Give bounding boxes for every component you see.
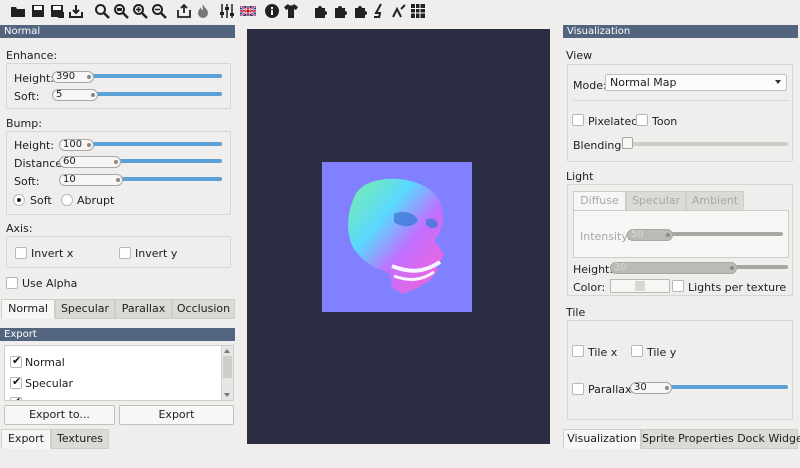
- save-as-icon[interactable]: [49, 3, 65, 19]
- export-to-button[interactable]: Export to...: [4, 405, 115, 425]
- brush-icon[interactable]: [391, 3, 407, 19]
- puzzle-icon[interactable]: [353, 3, 369, 19]
- parallax-checkbox[interactable]: [572, 383, 584, 395]
- bump-height-label: Height:: [14, 139, 55, 152]
- zoom-in-icon[interactable]: [132, 3, 148, 19]
- blending-slider-handle[interactable]: [622, 137, 633, 149]
- light-height-label: Height:: [573, 263, 614, 276]
- visualization-dock-title: Visualization: [563, 25, 798, 38]
- mode-select[interactable]: Normal Map: [605, 74, 787, 91]
- normal-map-preview: [322, 162, 472, 312]
- bump-height-spinbox[interactable]: 100: [59, 139, 94, 151]
- mode-label: Mode:: [573, 79, 607, 92]
- sliders-icon[interactable]: [219, 3, 235, 19]
- abrupt-radio-label: Abrupt: [77, 194, 115, 207]
- puzzle-icon[interactable]: [333, 3, 349, 19]
- parallax-spinbox[interactable]: 30: [630, 382, 672, 394]
- use-alpha-label: Use Alpha: [22, 277, 78, 290]
- light-color-picker[interactable]: [610, 279, 670, 293]
- tile-label: Tile: [566, 306, 586, 319]
- export-normal-checkbox[interactable]: [10, 354, 22, 368]
- export-normal-label: Normal: [25, 356, 65, 369]
- invert-x-checkbox[interactable]: [15, 247, 27, 259]
- tile-x-label: Tile x: [588, 346, 618, 359]
- tab-export[interactable]: Export: [1, 429, 51, 449]
- export-list: Normal Specular: [4, 345, 234, 401]
- parallax-label: Parallax: [588, 383, 632, 396]
- bump-soft-label: Soft:: [14, 175, 40, 188]
- lights-per-texture-label: Lights per texture: [688, 281, 787, 294]
- tab-specular[interactable]: Specular: [55, 299, 115, 319]
- light-label: Light: [566, 170, 594, 183]
- toon-label: Toon: [652, 115, 678, 128]
- tile-x-checkbox[interactable]: [572, 345, 584, 357]
- bump-soft-spinbox[interactable]: 10: [59, 174, 123, 186]
- enhance-label: Enhance:: [6, 49, 58, 62]
- zoom-fit-icon[interactable]: [94, 3, 110, 19]
- enhance-soft-spinbox[interactable]: 5: [52, 89, 98, 101]
- enhance-height-label: Height:: [14, 72, 55, 85]
- light-tab-diffuse[interactable]: Diffuse: [573, 191, 626, 211]
- view-label: View: [566, 49, 593, 62]
- use-alpha-checkbox[interactable]: [6, 277, 18, 289]
- enhance-height-spinbox[interactable]: 390: [52, 71, 94, 83]
- info-icon[interactable]: [264, 3, 280, 19]
- light-height-spinbox[interactable]: 30: [610, 262, 737, 274]
- export-icon[interactable]: [68, 3, 84, 19]
- paint-icon[interactable]: [372, 3, 388, 19]
- intensity-label: Intensity:: [580, 230, 631, 243]
- export-button[interactable]: Export: [119, 405, 234, 425]
- tile-y-checkbox[interactable]: [631, 345, 643, 357]
- invert-x-label: Invert x: [31, 247, 74, 260]
- export-more-checkbox[interactable]: [10, 395, 22, 400]
- blending-slider[interactable]: [622, 139, 788, 149]
- axis-label: Axis:: [6, 222, 33, 235]
- soft-radio[interactable]: [13, 194, 25, 206]
- tab-occlusion[interactable]: Occlusion: [172, 299, 235, 319]
- tile-y-label: Tile y: [647, 346, 677, 359]
- soft-radio-label: Soft: [30, 194, 52, 207]
- zoom-out-icon[interactable]: [151, 3, 167, 19]
- export-specular-checkbox[interactable]: [10, 375, 22, 389]
- enhance-soft-label: Soft:: [14, 90, 40, 103]
- tab-sprite-properties[interactable]: Sprite Properties Dock Widget: [641, 429, 800, 449]
- invert-y-label: Invert y: [135, 247, 178, 260]
- export-dock-title: Export: [0, 328, 235, 341]
- fire-icon[interactable]: [195, 3, 211, 19]
- export-list-scrollbar[interactable]: [221, 346, 233, 400]
- tile-group: [567, 320, 793, 420]
- zoom-reset-icon[interactable]: [113, 3, 129, 19]
- blending-label: Blending:: [573, 139, 626, 152]
- toon-checkbox[interactable]: [636, 114, 648, 126]
- bump-label: Bump:: [6, 117, 42, 130]
- tab-visualization[interactable]: Visualization: [563, 429, 641, 449]
- skull-image: [348, 178, 444, 294]
- normal-dock-title: Normal: [0, 25, 235, 38]
- light-color-label: Color:: [573, 281, 606, 294]
- view-divider: [573, 100, 789, 101]
- enhance-group: [6, 63, 231, 109]
- tab-parallax[interactable]: Parallax: [115, 299, 172, 319]
- puzzle-icon[interactable]: [313, 3, 329, 19]
- invert-y-checkbox[interactable]: [119, 247, 131, 259]
- language-flag-icon[interactable]: [240, 3, 256, 19]
- light-tab-specular[interactable]: Specular: [626, 191, 686, 211]
- abrupt-radio[interactable]: [61, 194, 73, 206]
- tab-normal[interactable]: Normal: [1, 299, 55, 319]
- folder-open-icon[interactable]: [10, 3, 26, 19]
- grid-icon[interactable]: [410, 3, 426, 19]
- share-icon[interactable]: [176, 3, 192, 19]
- shirt-icon[interactable]: [283, 3, 299, 19]
- export-specular-label: Specular: [25, 377, 74, 390]
- bump-distance-spinbox[interactable]: 60: [59, 156, 121, 168]
- tab-textures[interactable]: Textures: [51, 429, 109, 449]
- intensity-spinbox[interactable]: 50: [627, 229, 673, 241]
- light-tab-ambient[interactable]: Ambient: [686, 191, 744, 211]
- pixelated-checkbox[interactable]: [572, 114, 584, 126]
- lights-per-texture-checkbox[interactable]: [672, 280, 684, 292]
- toolbar: [0, 0, 800, 22]
- save-icon[interactable]: [30, 3, 46, 19]
- pixelated-label: Pixelated: [588, 115, 639, 128]
